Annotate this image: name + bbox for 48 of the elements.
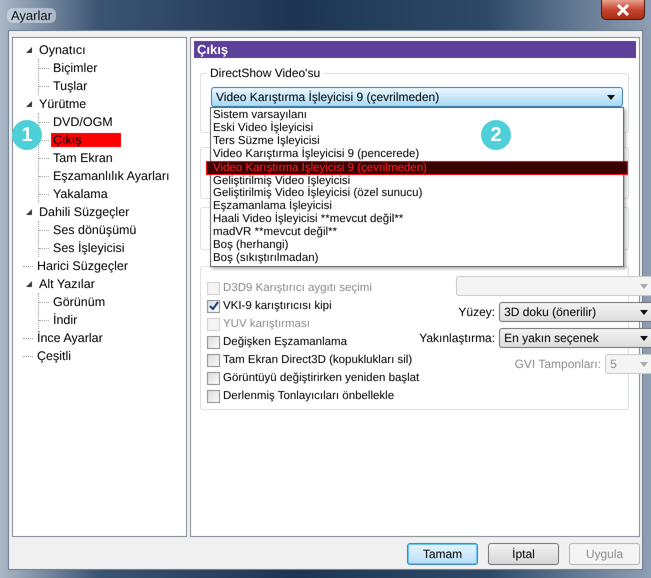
dialog-button[interactable]: Tamam — [407, 543, 478, 565]
tree-item[interactable]: Ses İşleyicisi — [51, 241, 127, 255]
checkbox-label: YUV karıştırması — [223, 318, 310, 330]
tree-item[interactable]: Tuşlar — [51, 79, 90, 93]
dropdown-option[interactable]: Haali Video İşleyicisi **mevcut değil** — [211, 213, 404, 226]
dropdown-option[interactable]: Ters Süzme İşleyicisi — [211, 134, 320, 148]
dropdown-option[interactable]: Boş (herhangi) — [211, 239, 288, 252]
dropdown[interactable]: 3D doku (önerilir) — [499, 302, 651, 322]
field-label: Yüzey: — [458, 305, 496, 319]
tree-item[interactable]: Harici Süzgeçler — [35, 259, 130, 273]
dropdown-option[interactable]: Sistem varsayılanı — [211, 109, 307, 122]
tree-item[interactable]: İnce Ayarlar — [35, 331, 105, 345]
dropdown-option[interactable]: Boş (sıkıştırılmadan) — [211, 252, 318, 265]
dropdown-option[interactable]: Geliştirilmiş Video İşleyicisi (özel sunucu) — [211, 187, 422, 200]
tree-item[interactable]: Eşzamanlılık Ayarları — [51, 169, 172, 183]
field-label: Yakınlaştırma: — [419, 331, 496, 345]
dropdown-option[interactable]: madVR **mevcut değil** — [211, 226, 338, 240]
dropdown-option[interactable]: Video Karıştırma İşleyicisi 9 (pencerede) — [211, 148, 420, 161]
dropdown-option[interactable]: Geliştirilmiş Video İşleyicisi — [211, 174, 350, 188]
tree-item[interactable]: Yakalama — [51, 187, 110, 201]
tree-item[interactable]: DVD/OGM — [51, 115, 115, 129]
tree-item[interactable]: Tam Ekran — [51, 151, 115, 165]
tree-item[interactable]: Dahili Süzgeçler — [37, 205, 132, 219]
dropdown-option[interactable]: Eşzamanlama İşleyicisi — [211, 200, 332, 214]
tree-item[interactable]: Ses dönüşümü — [51, 223, 138, 237]
tree-item[interactable]: Oynatıcı — [37, 43, 88, 57]
tree-item[interactable]: Çıkış — [51, 133, 122, 147]
renderer-dropdown[interactable]: Video Karıştırma İşleyicisi 9 (çevrilmeden) — [211, 87, 623, 107]
tree-item[interactable]: Biçimler — [51, 61, 100, 75]
tree-item[interactable]: Alt Yazılar — [37, 277, 97, 291]
tree-item[interactable]: Çeşitli — [35, 349, 74, 363]
checkbox-label: Değişken Eşzamanlama — [223, 336, 348, 348]
group-label: DirectShow Video'su — [207, 66, 324, 80]
checkbox-label: Tam Ekran Direct3D (kopuklukları sil) — [223, 354, 412, 366]
checkbox-label: D3D9 Karıştırıcı aygıtı seçimi — [223, 282, 372, 294]
tree-item[interactable]: Görünüm — [51, 295, 108, 309]
field-label: GVI Tamponları: — [514, 357, 602, 371]
dropdown[interactable]: En yakın seçenek — [499, 328, 651, 348]
dropdown-option[interactable]: Eski Video İşleyicisi — [211, 122, 314, 135]
checkbox-label: Derlenmiş Tonlayıcıları önbellekle — [223, 390, 394, 402]
dropdown-option[interactable]: Video Karıştırma İşleyicisi 9 (çevrilmeden) — [206, 160, 628, 175]
checkbox-label: VKI-9 karıştırıcısı kipi — [223, 300, 332, 312]
checkbox-label: Görüntüyü değiştirirken yeniden başlat — [223, 372, 420, 384]
window-title: Ayarlar — [7, 8, 56, 23]
dialog-button[interactable]: İptal — [488, 543, 559, 565]
tree-item[interactable]: İndir — [51, 313, 80, 327]
page-header: Çıkış — [194, 41, 636, 58]
tree-item[interactable]: Yürütme — [37, 97, 88, 111]
